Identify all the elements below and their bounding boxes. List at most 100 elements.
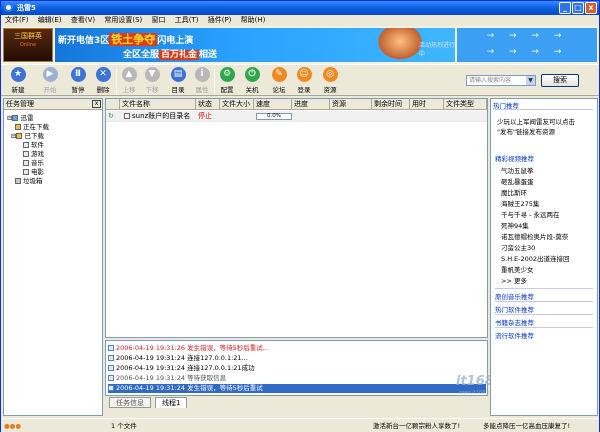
main-window: 迅雷5 _ □ x 文件(F) 编辑(E) 查看(V) 常用设置(S) 窗口 工… xyxy=(0,0,600,432)
recommend-panel: 热门推荐 少玩以上军阀雷友可以点击 "发布"链接发布资源 精彩视频推荐 气功五鼠… xyxy=(490,98,598,416)
section-videos[interactable]: 精彩视频推荐 xyxy=(495,153,534,163)
col-sources[interactable]: 资源 xyxy=(330,99,372,110)
section-popular[interactable]: 流行软件推荐 xyxy=(495,330,534,340)
game-logo[interactable]: 三国群英 Online xyxy=(3,28,53,62)
menu-settings[interactable]: 常用设置(S) xyxy=(101,15,145,26)
recommend-item[interactable]: 刁蛮公主30 xyxy=(501,242,535,252)
login-button[interactable]: ☺ 登录 xyxy=(293,67,315,94)
section-software[interactable]: 热门软件推荐 xyxy=(495,304,534,314)
config-button[interactable]: ⚙ 配置 xyxy=(216,67,238,94)
menu-file[interactable]: 文件(F) xyxy=(2,15,32,26)
log-line[interactable]: 2006-04-19 19:31:26 发生错误，等待5秒后重试... xyxy=(108,344,486,353)
divider xyxy=(495,314,593,315)
ad-image[interactable]: 新开电信3区 铁土争夺 闪电上演 全区全服 百万礼金 相送 活动热烈进行中 xyxy=(55,28,455,62)
col-speed[interactable]: 速度 xyxy=(254,99,292,110)
recommend-item[interactable]: 气功五鼠拳 xyxy=(501,165,534,175)
search-button[interactable]: 搜索 xyxy=(541,74,579,87)
new-icon: ★ xyxy=(10,67,26,82)
more-link[interactable]: >> 更多 xyxy=(501,275,527,285)
task-list: 文件名称 状态 文件大小 速度 进度 资源 剩余时间 用时 文件类型 ↻ sun… xyxy=(105,98,488,338)
ad-arrows[interactable]: → → → → → → → → xyxy=(457,28,597,62)
section-books[interactable]: 书籍杂志推荐 xyxy=(495,317,534,327)
col-progress[interactable]: 进度 xyxy=(292,99,330,110)
col-icon[interactable] xyxy=(106,99,120,110)
tab-thread1[interactable]: 线程1 xyxy=(155,397,188,408)
col-elapsed[interactable]: 用时 xyxy=(410,99,444,110)
menu-tools[interactable]: 工具(T) xyxy=(172,15,202,26)
menu-window[interactable]: 窗口 xyxy=(149,15,169,26)
task-manager-title: 任务管理 xyxy=(4,99,102,110)
menu-bar: 文件(F) 编辑(E) 查看(V) 常用设置(S) 窗口 工具(T) 插件(P)… xyxy=(1,15,599,26)
log-line[interactable]: 2006-04-19 19:31:24 等待获取信息 xyxy=(108,374,486,383)
maximize-button[interactable]: □ xyxy=(572,2,584,14)
recommend-item[interactable]: 海贼王275集 xyxy=(501,198,539,208)
col-name[interactable]: 文件名称 xyxy=(120,99,196,110)
game-logo-sub: Online xyxy=(19,42,37,48)
col-remaining[interactable]: 剩余时间 xyxy=(372,99,410,110)
menu-edit[interactable]: 编辑(E) xyxy=(35,15,65,26)
log-line[interactable]: 2006-04-19 19:31:24 连接127.0.0.1:21... xyxy=(108,354,486,363)
folder-icon: ▤ xyxy=(170,67,186,82)
log-icon xyxy=(108,375,114,381)
forum-button[interactable]: ✎ 论坛 xyxy=(268,67,290,94)
minimize-button[interactable]: _ xyxy=(559,2,571,14)
close-button[interactable]: x xyxy=(585,2,597,14)
ad-highlight1: 铁土争夺 xyxy=(109,33,158,46)
config-icon: ⚙ xyxy=(219,67,235,82)
properties-icon: i xyxy=(194,67,210,82)
recommend-item[interactable]: S.H.E-2002出道连接回 xyxy=(501,253,570,263)
resource-button[interactable]: ◎ 资源 xyxy=(319,67,341,94)
task-progress-bar: 0.0% xyxy=(256,113,292,120)
search-input[interactable]: 请输入搜索内容 ▼ xyxy=(466,75,536,86)
log-line-selected[interactable]: 2006-04-19 19:31:24 发生错误，等待5秒后重试 xyxy=(108,384,486,393)
down-icon: ▼ xyxy=(144,67,160,82)
folder-icon xyxy=(16,133,23,139)
toolbar-separator xyxy=(116,69,117,93)
recommend-item[interactable]: 魔比斯环 xyxy=(501,187,527,197)
file-count: 1 个文件 xyxy=(111,422,137,430)
start-button[interactable]: ▶ 开始 xyxy=(39,67,61,94)
col-type[interactable]: 文件类型 xyxy=(444,99,487,110)
recommend-item[interactable]: 砸乱暴蛋蛋 xyxy=(501,176,534,186)
forum-icon: ✎ xyxy=(271,67,287,82)
ad-banner[interactable]: 三国群英 Online 新开电信3区 铁土争夺 闪电上演 全区全服 百万礼金 相送 活动… xyxy=(1,26,599,64)
shutdown-button[interactable]: ⏻ 关机 xyxy=(241,67,263,94)
tab-task-info[interactable]: 任务信息 xyxy=(109,397,151,408)
task-table-header: 文件名称 状态 文件大小 速度 进度 资源 剩余时间 用时 文件类型 xyxy=(106,99,487,110)
log-icon xyxy=(108,355,114,361)
recommend-item[interactable]: 千与千寻 - 永远两在 xyxy=(501,209,559,219)
col-status[interactable]: 状态 xyxy=(196,99,220,110)
table-row[interactable]: ↻ sunz账户的目录名 停止 0.0% xyxy=(106,111,487,122)
col-size[interactable]: 文件大小 xyxy=(220,99,254,110)
menu-help[interactable]: 帮助(H) xyxy=(238,15,269,26)
pause-button[interactable]: Ⅱ 暂停 xyxy=(67,67,89,94)
status-bar: ●●● 1 个文件 激活新台一亿颗宗粉人享数了! 多能点降压一亿高血压康复了! xyxy=(1,418,599,432)
divider xyxy=(495,288,593,289)
status-message[interactable]: 激活新台一亿颗宗粉人享数了! xyxy=(373,421,460,432)
down-button[interactable]: ▼ 下移 xyxy=(141,67,163,94)
pause-icon: Ⅱ xyxy=(70,67,86,82)
recommend-item[interactable]: 重帆美少女 xyxy=(501,264,534,274)
up-button[interactable]: ▲ 上移 xyxy=(118,67,140,94)
folder-button[interactable]: ▤ 目录 xyxy=(167,67,189,94)
ad-line1: 新开电信3区 铁土争夺 闪电上演 xyxy=(58,33,194,46)
panel-close-button[interactable]: x xyxy=(92,100,101,108)
recommend-item[interactable]: 死神94集 xyxy=(501,220,529,230)
toolbar-separator xyxy=(214,69,215,93)
menu-view[interactable]: 查看(V) xyxy=(68,15,98,26)
log-line[interactable]: 2006-04-19 19:31:24 连接127.0.0.1:21成功 xyxy=(108,364,486,373)
title-bar[interactable]: 迅雷5 _ □ x xyxy=(1,1,599,15)
chevron-down-icon[interactable]: ▼ xyxy=(526,76,535,85)
section-music[interactable]: 原创音乐推荐 xyxy=(495,291,534,301)
new-button[interactable]: ★ 新建 xyxy=(7,67,29,94)
delete-icon: ✕ xyxy=(95,67,111,82)
detail-tabs: 任务信息 线程1 xyxy=(105,397,488,408)
tree-item-trash[interactable]: 垃圾箱 xyxy=(15,175,43,185)
ad-character-image xyxy=(375,28,425,62)
shutdown-icon: ⏻ xyxy=(244,67,260,82)
properties-button[interactable]: i 属性 xyxy=(191,67,213,94)
menu-plugins[interactable]: 插件(P) xyxy=(205,15,235,26)
delete-button[interactable]: ✕ 删除 xyxy=(92,67,114,94)
recommend-item[interactable]: 诺瓦德帽检奥片段-莫奈 xyxy=(501,231,568,241)
status-message[interactable]: 多能点降压一亿高血压康复了! xyxy=(483,421,570,432)
